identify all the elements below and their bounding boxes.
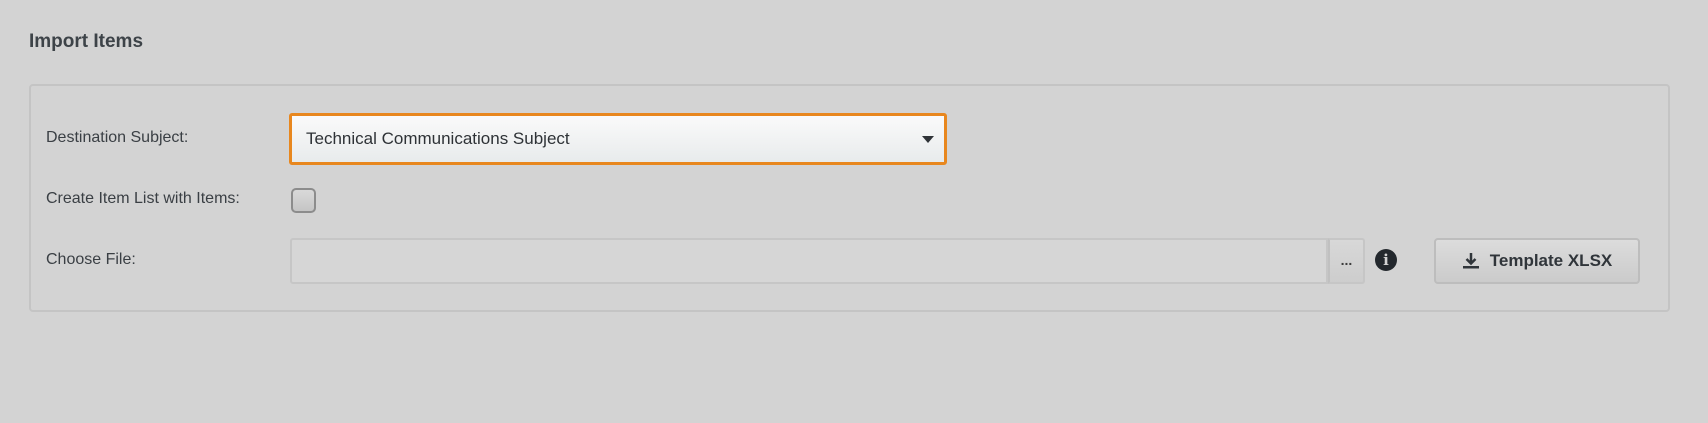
download-icon xyxy=(1462,253,1479,269)
destination-subject-value: Technical Communications Subject xyxy=(306,129,570,148)
template-xlsx-button[interactable]: Template XLSX xyxy=(1434,238,1640,284)
file-path-input[interactable] xyxy=(290,238,1328,284)
choose-file-label: Choose File: xyxy=(46,251,136,268)
destination-subject-select[interactable]: Technical Communications Subject xyxy=(289,113,947,165)
browse-file-button[interactable]: ... xyxy=(1328,238,1365,284)
page-title: Import Items xyxy=(29,31,144,52)
create-item-list-checkbox[interactable] xyxy=(291,188,316,213)
info-icon[interactable]: i xyxy=(1375,249,1397,271)
destination-subject-label: Destination Subject: xyxy=(46,129,189,146)
create-item-list-label: Create Item List with Items: xyxy=(46,190,240,207)
chevron-down-icon xyxy=(922,136,934,143)
template-xlsx-label: Template XLSX xyxy=(1489,251,1613,270)
